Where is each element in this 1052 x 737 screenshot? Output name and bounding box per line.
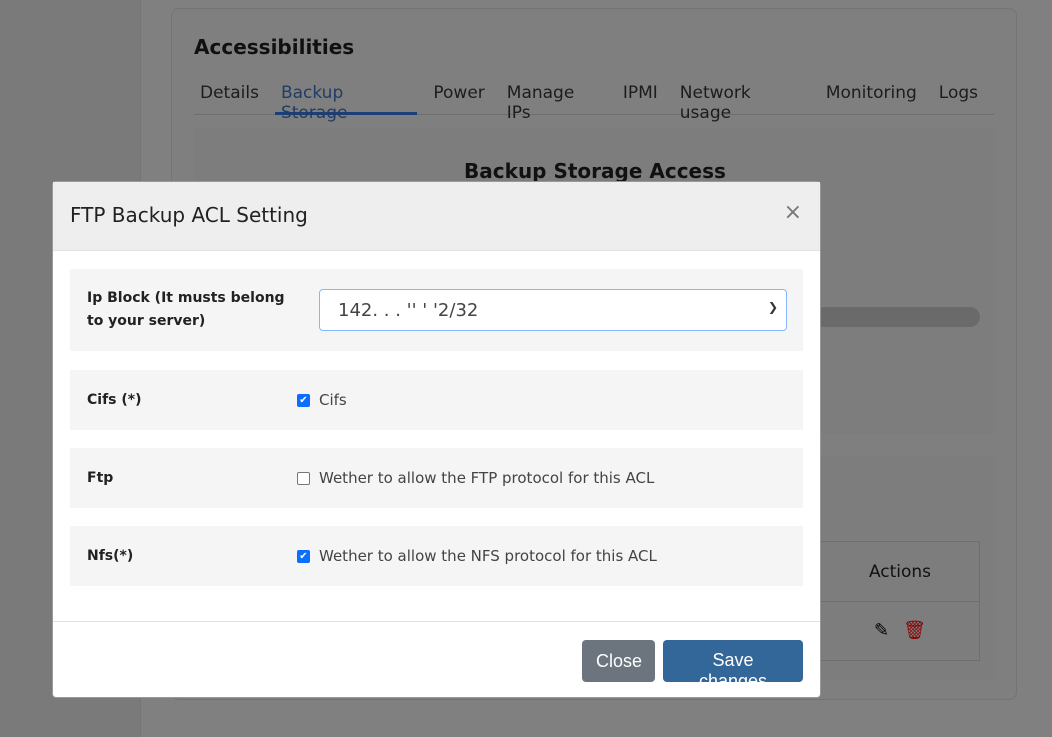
acl-table: Actions ✎ 🗑 — [820, 541, 980, 661]
modal-header: FTP Backup ACL Setting × — [53, 182, 820, 251]
tab-backup-storage[interactable]: Backup Storage — [274, 73, 418, 123]
tab-network-usage[interactable]: Network usage — [674, 73, 810, 123]
close-icon[interactable]: × — [784, 200, 802, 225]
nfs-checkbox-label: Wether to allow the NFS protocol for thi… — [319, 547, 657, 565]
ftp-row: Ftp Wether to allow the FTP protocol for… — [70, 448, 803, 508]
chevron-down-icon: ❯ — [767, 300, 778, 314]
close-button[interactable]: Close — [582, 640, 655, 682]
ftp-checkbox-label: Wether to allow the FTP protocol for thi… — [319, 469, 655, 487]
section-title: Accessibilities — [194, 35, 355, 59]
usage-progress-bar — [814, 307, 980, 327]
checkbox-checked-icon[interactable]: ✔ — [297, 549, 310, 563]
ftp-label: Ftp — [87, 469, 114, 486]
trash-icon[interactable]: 🗑 — [903, 620, 926, 641]
tab-details[interactable]: Details — [194, 73, 265, 115]
ip-block-value: 142. . . '' ' '2/32 — [338, 300, 479, 321]
nfs-label: Nfs(*) — [87, 547, 134, 564]
checkbox-unchecked-icon[interactable] — [297, 471, 310, 485]
cifs-label: Cifs (*) — [87, 391, 142, 408]
edit-icon[interactable]: ✎ — [874, 620, 889, 641]
cifs-row: Cifs (*) ✔ Cifs — [70, 370, 803, 430]
nfs-row: Nfs(*) ✔ Wether to allow the NFS protocol… — [70, 526, 803, 586]
modal-title: FTP Backup ACL Setting — [70, 203, 308, 227]
ip-block-row: Ip Block (It musts belong to your server… — [70, 269, 803, 351]
save-changes-button[interactable]: Save changes — [663, 640, 803, 691]
tab-monitoring[interactable]: Monitoring — [820, 73, 923, 115]
checkbox-checked-icon[interactable]: ✔ — [297, 393, 310, 407]
actions-header: Actions — [821, 542, 979, 602]
ip-block-label: Ip Block (It musts belong to your server… — [87, 290, 285, 329]
ip-block-select[interactable]: 142. . . '' ' '2/32 ❯ — [319, 289, 787, 331]
ftp-acl-modal: FTP Backup ACL Setting × Ip Block (It mu… — [52, 181, 821, 698]
cifs-checkbox[interactable]: ✔ Cifs — [297, 391, 347, 409]
tab-bar: Details Backup Storage Power Manage IPs … — [194, 73, 994, 123]
ftp-checkbox[interactable]: Wether to allow the FTP protocol for thi… — [297, 469, 654, 487]
tab-manage-ips[interactable]: Manage IPs — [501, 73, 607, 123]
tab-power[interactable]: Power — [427, 73, 490, 115]
tab-ipmi[interactable]: IPMI — [617, 73, 664, 115]
tab-logs[interactable]: Logs — [933, 73, 984, 115]
cifs-checkbox-label: Cifs — [319, 391, 347, 409]
nfs-checkbox[interactable]: ✔ Wether to allow the NFS protocol for th… — [297, 547, 657, 565]
panel-title: Backup Storage Access — [464, 159, 726, 183]
modal-footer: Close Save changes — [53, 621, 820, 697]
